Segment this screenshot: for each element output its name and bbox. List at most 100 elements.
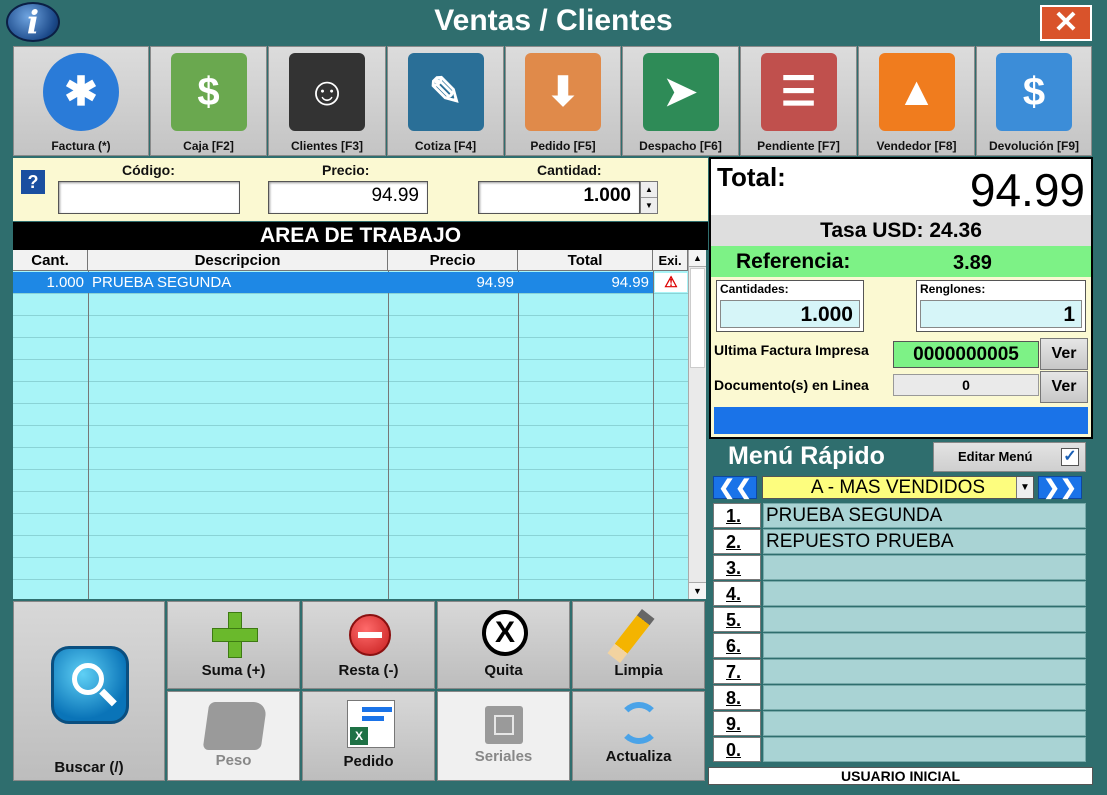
cantidad-stepper[interactable]: ▲ ▼	[640, 181, 658, 214]
row-separator	[13, 447, 688, 448]
quick-menu-item[interactable]: 8.	[713, 685, 1086, 711]
row-separator	[13, 535, 688, 536]
quick-menu-number[interactable]: 4.	[713, 581, 761, 606]
scale-icon	[202, 702, 268, 750]
quick-menu-number[interactable]: 5.	[713, 607, 761, 632]
quick-menu-product[interactable]	[763, 555, 1086, 580]
toolbar-button-order-box[interactable]: ⬇ Pedido [F5]	[505, 46, 621, 156]
scroll-down-icon[interactable]: ▼	[689, 582, 706, 599]
cantidad-input[interactable]: 1.000	[478, 181, 640, 214]
toolbar-label: Clientes [F3]	[290, 139, 363, 153]
pencil-icon	[607, 609, 655, 663]
remove-x-icon: X	[482, 610, 528, 656]
quick-menu-product[interactable]	[763, 685, 1086, 710]
toolbar-button-pending-document[interactable]: ☰ Pendiente [F7]	[740, 46, 857, 156]
next-category-button[interactable]: ❯❯	[1038, 476, 1082, 499]
toolbar-button-quote-pen[interactable]: ✎ Cotiza [F4]	[387, 46, 504, 156]
toolbar-label: Factura (*)	[51, 139, 111, 153]
toolbar-button-delivery-scooter[interactable]: ➤ Despacho [F6]	[622, 46, 739, 156]
quick-menu-item[interactable]: 1. PRUEBA SEGUNDA	[713, 503, 1086, 529]
prev-category-button[interactable]: ❮❮	[713, 476, 757, 499]
category-select[interactable]: A - MAS VENDIDOS ▼	[762, 476, 1034, 499]
precio-input[interactable]: 94.99	[268, 181, 428, 214]
row-separator	[13, 513, 688, 514]
ver-factura-button[interactable]: Ver	[1040, 338, 1088, 370]
codigo-input[interactable]	[58, 181, 240, 214]
pending-document-icon: ☰	[760, 53, 837, 131]
quick-menu-item[interactable]: 4.	[713, 581, 1086, 607]
edit-menu-toggle[interactable]: Editar Menú ✓	[933, 442, 1086, 472]
suma-button[interactable]: Suma (+)	[167, 601, 300, 689]
refund-hand-icon: $	[996, 53, 1072, 131]
column-header[interactable]: Precio	[388, 250, 518, 271]
quick-menu-item[interactable]: 6.	[713, 633, 1086, 659]
toolbar-button-client-person[interactable]: ☺ Clientes [F3]	[268, 46, 386, 156]
close-button[interactable]: ✕	[1040, 5, 1092, 41]
ver-docs-button[interactable]: Ver	[1040, 371, 1088, 403]
limpia-button[interactable]: Limpia	[572, 601, 705, 689]
buscar-button[interactable]: Buscar (/)	[13, 601, 165, 781]
peso-button[interactable]: Peso	[167, 691, 300, 781]
pedido-label: Pedido	[343, 753, 394, 770]
table-scrollbar[interactable]: ▲ ▼	[688, 250, 706, 599]
info-logo-icon[interactable]: i	[6, 2, 60, 42]
column-header[interactable]: Descripcion	[88, 250, 388, 271]
quick-menu-number[interactable]: 2.	[713, 529, 761, 554]
row-separator	[13, 425, 688, 426]
stepper-up-icon[interactable]: ▲	[641, 182, 657, 198]
help-icon[interactable]: ?	[21, 170, 45, 194]
reference-panel: Referencia: 3.89	[709, 246, 1093, 277]
quick-menu-number[interactable]: 3.	[713, 555, 761, 580]
quick-menu-product[interactable]	[763, 607, 1086, 632]
items-table[interactable]: Cant. Descripcion Precio Total Exi. 1.000 PRUE…	[13, 250, 688, 599]
toolbar-button-money-hand[interactable]: $ Caja [F2]	[150, 46, 267, 156]
toolbar-button-medical-star[interactable]: ✱ Factura (*)	[13, 46, 149, 156]
column-header[interactable]: Cant.	[13, 250, 88, 271]
quick-menu-product[interactable]	[763, 581, 1086, 606]
quick-menu-product[interactable]	[763, 737, 1086, 762]
input-area: ? Código: Precio: 94.99 Cantidad: 1.000 …	[13, 158, 708, 221]
quita-button[interactable]: X Quita	[437, 601, 570, 689]
chevron-down-icon[interactable]: ▼	[1016, 477, 1033, 498]
quick-menu-item[interactable]: 2. REPUESTO PRUEBA	[713, 529, 1086, 555]
toolbar-label: Pedido [F5]	[530, 139, 596, 153]
column-header[interactable]: Total	[518, 250, 653, 271]
referencia-label: Referencia:	[736, 250, 851, 273]
seriales-label: Seriales	[474, 748, 533, 765]
scroll-thumb[interactable]	[690, 268, 705, 368]
exchange-rate: Tasa USD: 24.36	[709, 215, 1093, 246]
resta-button[interactable]: Resta (-)	[302, 601, 435, 689]
pedido-button[interactable]: X Pedido	[302, 691, 435, 781]
stepper-down-icon[interactable]: ▼	[641, 198, 657, 213]
toolbar-button-refund-hand[interactable]: $ Devolución [F9]	[976, 46, 1092, 156]
quick-menu-item[interactable]: 5.	[713, 607, 1086, 633]
quick-menu-product[interactable]	[763, 633, 1086, 658]
scroll-up-icon[interactable]: ▲	[689, 250, 706, 267]
quick-menu-item[interactable]: 7.	[713, 659, 1086, 685]
column-separator	[388, 271, 389, 599]
quick-menu-number[interactable]: 7.	[713, 659, 761, 684]
edit-menu-checkbox[interactable]: ✓	[1061, 448, 1079, 466]
counts-panel: Cantidades: 1.000 Renglones: 1	[709, 277, 1093, 338]
quick-menu-number[interactable]: 8.	[713, 685, 761, 710]
quick-menu-number[interactable]: 1.	[713, 503, 761, 528]
quick-menu-number[interactable]: 6.	[713, 633, 761, 658]
toolbar-label: Caja [F2]	[183, 139, 234, 153]
quick-menu-item[interactable]: 9.	[713, 711, 1086, 737]
toolbar-button-seller-chart[interactable]: ▲ Vendedor [F8]	[858, 46, 975, 156]
quick-menu-product[interactable]: PRUEBA SEGUNDA	[763, 503, 1086, 528]
quick-menu-number[interactable]: 0.	[713, 737, 761, 762]
documents-panel: Ultima Factura Impresa 0000000005 Ver Do…	[709, 338, 1093, 404]
quick-menu-product[interactable]: REPUESTO PRUEBA	[763, 529, 1086, 554]
seriales-button[interactable]: Seriales	[437, 691, 570, 781]
column-header[interactable]: Exi.	[653, 250, 688, 271]
actualiza-button[interactable]: Actualiza	[572, 691, 705, 781]
quick-menu-number[interactable]: 9.	[713, 711, 761, 736]
quick-menu-product[interactable]	[763, 711, 1086, 736]
quick-menu-item[interactable]: 3.	[713, 555, 1086, 581]
codigo-label: Código:	[122, 162, 175, 178]
quick-menu-item[interactable]: 0.	[713, 737, 1086, 763]
quick-menu-product[interactable]	[763, 659, 1086, 684]
cantidades-box: Cantidades: 1.000	[716, 280, 864, 332]
cell-descripcion: PRUEBA SEGUNDA	[92, 274, 232, 291]
